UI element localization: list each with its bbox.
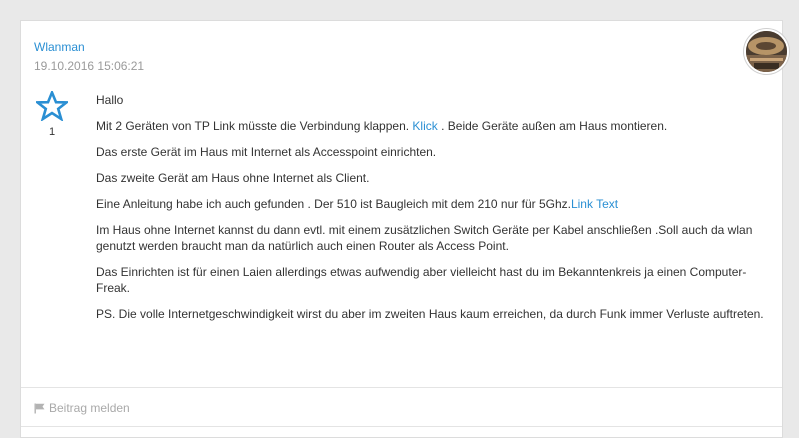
paragraph-devices-text: Mit 2 Geräten von TP Link müsste die Ver… (96, 119, 413, 133)
avatar-image (746, 31, 787, 72)
paragraph-devices-text-end: . Beide Geräte außen am Haus montieren. (437, 119, 668, 133)
paragraph-greeting: Hallo (96, 93, 124, 107)
page: Wlanman 19.10.2016 15:06:21 1 Hallo Mit … (0, 0, 799, 438)
footer-divider (21, 426, 782, 427)
report-label: Beitrag melden (49, 401, 130, 415)
star-icon[interactable] (36, 91, 68, 121)
paragraph-second-device: Das zweite Gerät am Haus ohne Internet a… (96, 171, 370, 185)
klick-link[interactable]: Klick (412, 119, 437, 133)
paragraph-setup: Das Einrichten ist für einen Laien aller… (96, 265, 747, 295)
report-button[interactable]: Beitrag melden (34, 401, 130, 415)
paragraph-switch: Im Haus ohne Internet kannst du dann evt… (96, 223, 753, 253)
paragraph-devices: Mit 2 Geräten von TP Link müsste die Ver… (96, 118, 766, 134)
author-link[interactable]: Wlanman (34, 40, 85, 54)
vote-count: 1 (48, 126, 56, 138)
avatar[interactable] (744, 29, 789, 74)
post-card: Wlanman 19.10.2016 15:06:21 1 Hallo Mit … (20, 20, 789, 438)
paragraph-guide-text: Eine Anleitung habe ich auch gefunden . … (96, 197, 571, 211)
paragraph-ps: PS. Die volle Internetgeschwindigkeit wi… (96, 307, 764, 321)
divider (21, 387, 782, 388)
post-timestamp: 19.10.2016 15:06:21 (34, 59, 145, 73)
paragraph-first-device: Das erste Gerät im Haus mit Internet als… (96, 145, 437, 159)
flag-icon (34, 403, 45, 413)
link-text-link[interactable]: Link Text (571, 197, 618, 211)
post-content: Hallo Mit 2 Geräten von TP Link müsste d… (96, 92, 766, 332)
vote-widget: 1 (34, 91, 70, 138)
paragraph-guide: Eine Anleitung habe ich auch gefunden . … (96, 196, 766, 212)
